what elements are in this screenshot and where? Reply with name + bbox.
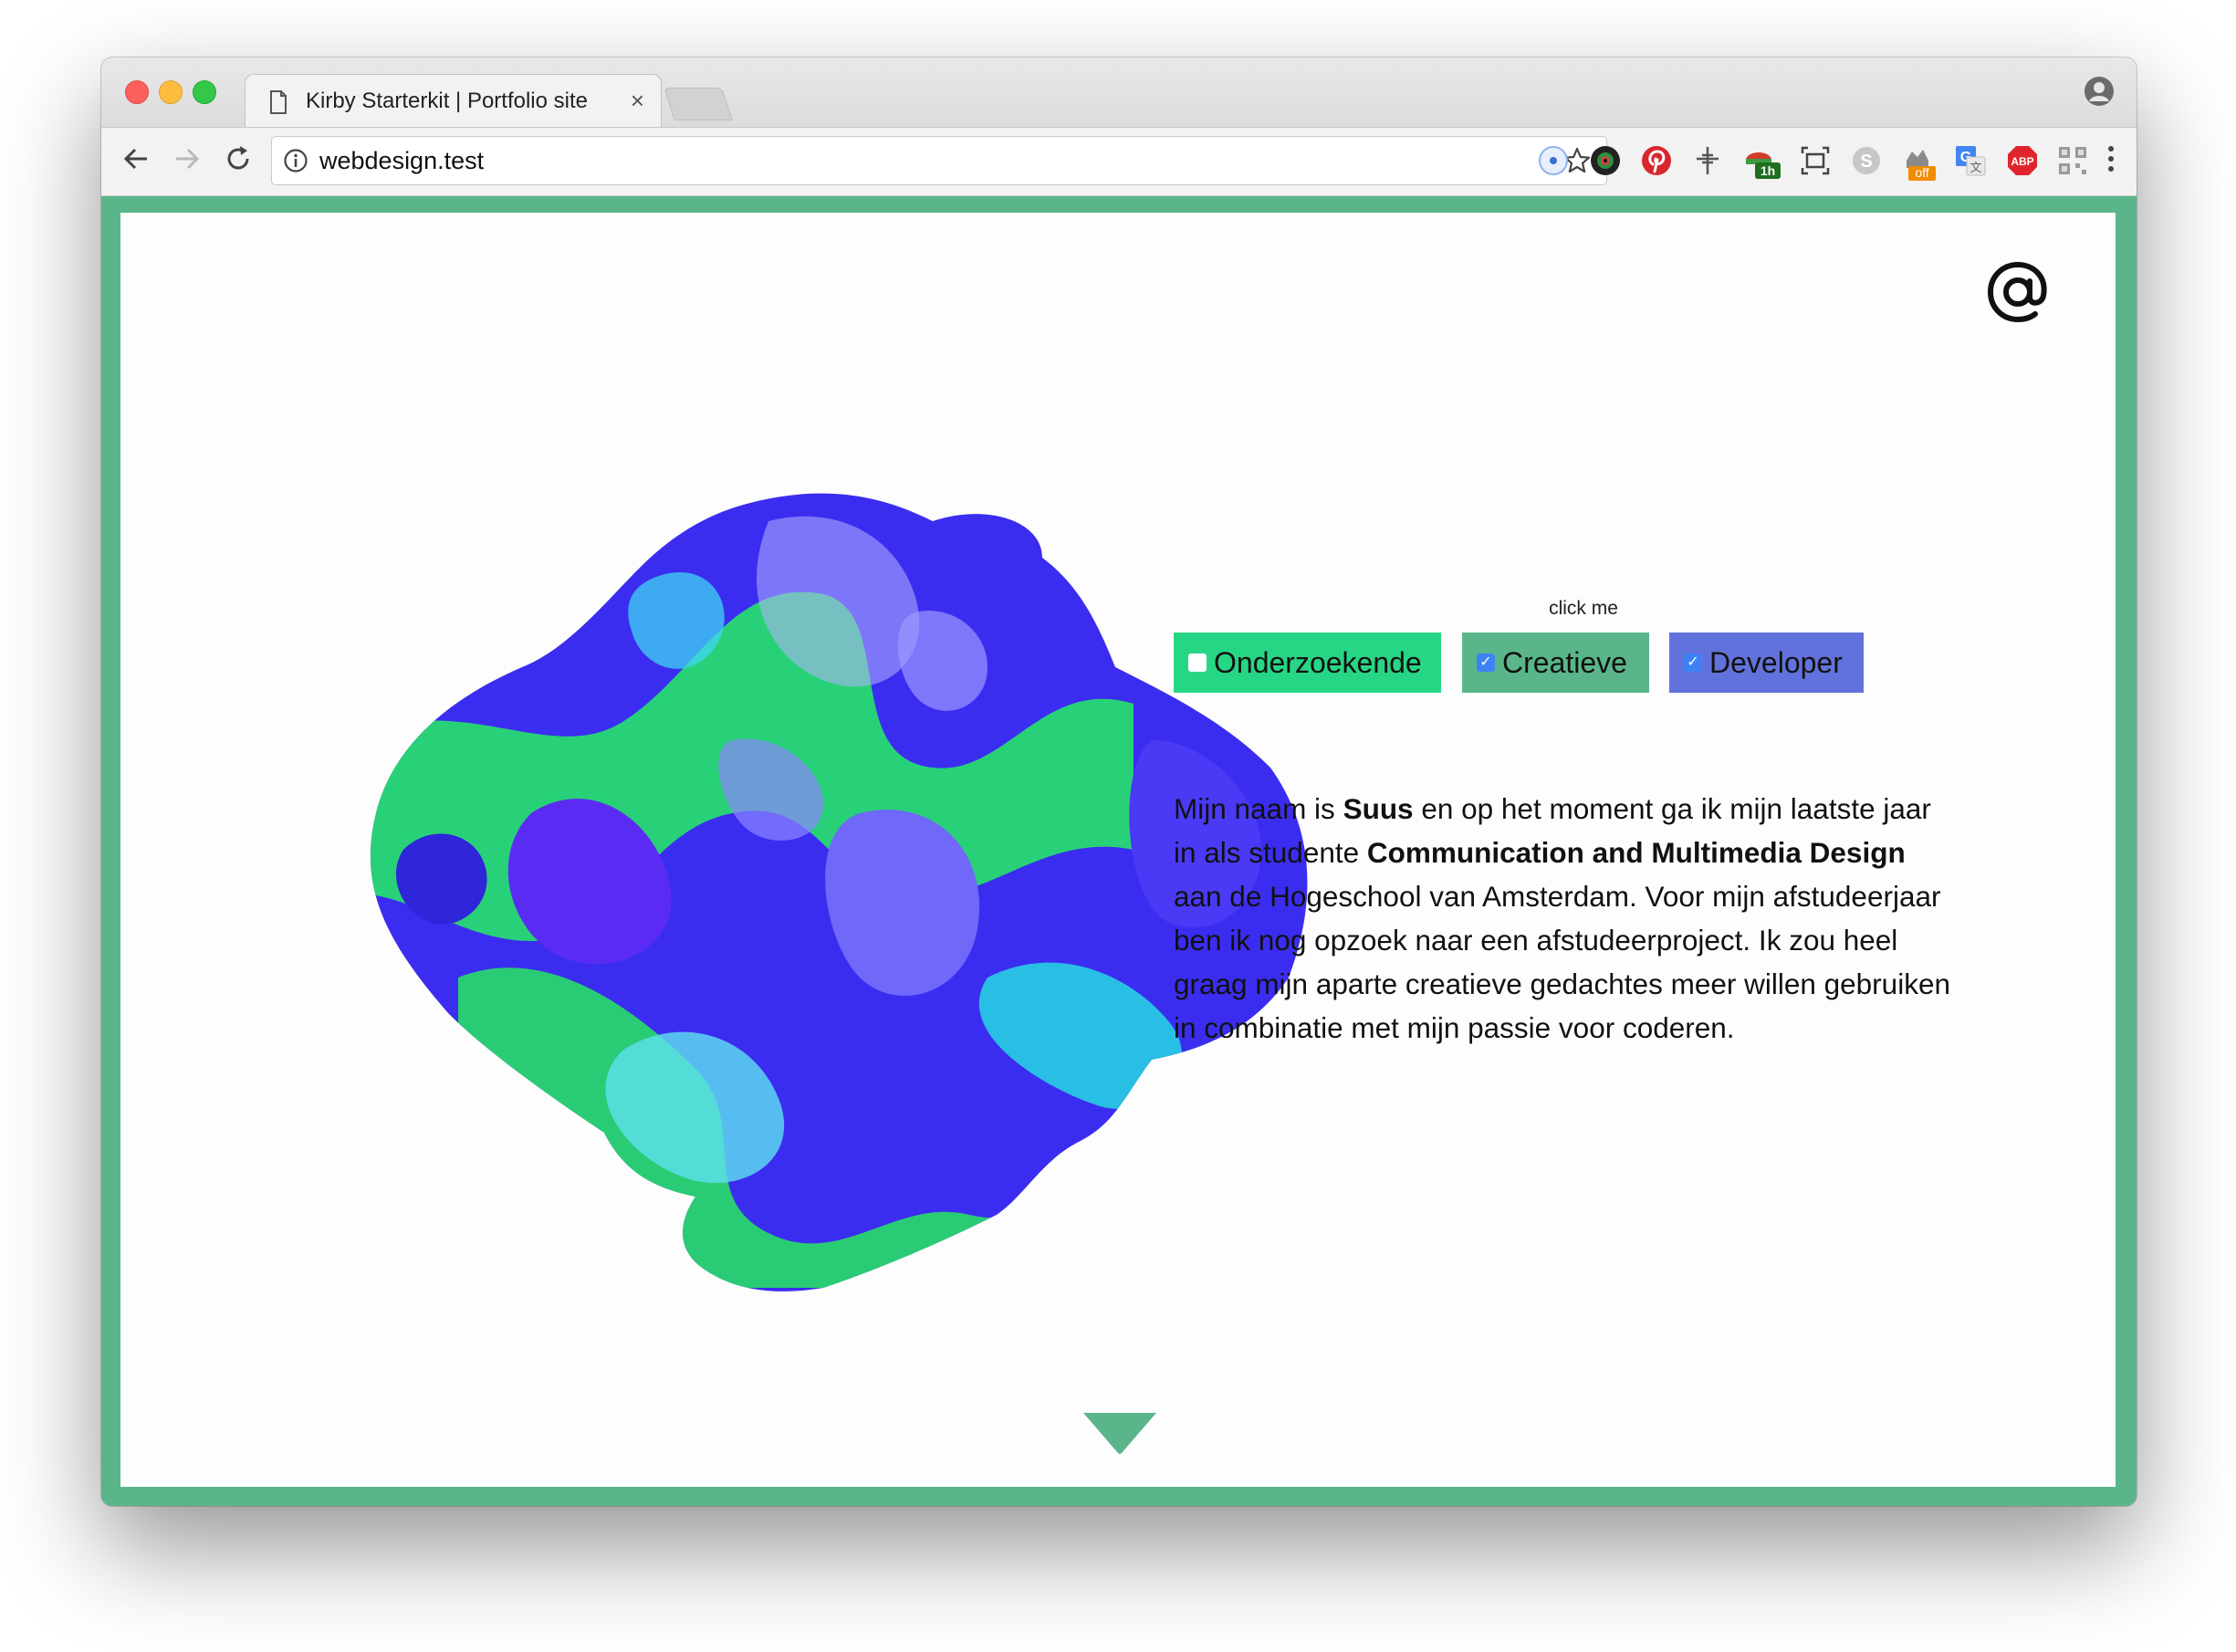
new-tab-button[interactable]	[663, 88, 733, 120]
translate-extension-icon[interactable]: G文	[1954, 144, 1987, 177]
page-viewport: click me Onderzoekende ✓ Creatieve ✓ Dev…	[120, 213, 2116, 1487]
measure-extension-icon[interactable]	[1691, 144, 1724, 177]
role-checkbox[interactable]: ✓	[1684, 653, 1702, 672]
role-button-creatieve[interactable]: ✓ Creatieve	[1462, 633, 1649, 693]
svg-text:off: off	[1915, 165, 1928, 180]
info-icon[interactable]	[283, 148, 308, 178]
profile-icon[interactable]	[2084, 76, 2115, 111]
camera-extension-icon[interactable]	[1589, 144, 1622, 177]
browser-tab[interactable]: Kirby Starterkit | Portfolio site ×	[245, 74, 662, 128]
maximize-window-button[interactable]	[193, 80, 216, 104]
svg-text:S: S	[1860, 152, 1872, 172]
role-label: Developer	[1709, 645, 1843, 679]
bio-paragraph: Mijn naam is Suus en op het moment ga ik…	[1174, 787, 1959, 1050]
adblock-extension-icon[interactable]: ABP	[2006, 144, 2039, 177]
contact-at-icon[interactable]	[1985, 259, 2051, 329]
page-icon	[269, 90, 287, 119]
minimize-window-button[interactable]	[159, 80, 183, 104]
browser-window: Kirby Starterkit | Portfolio site × webd…	[101, 58, 2137, 1506]
bio-text: aan de Hogeschool van Amsterdam. Voor mi…	[1174, 879, 1950, 1044]
scroll-down-icon[interactable]	[1081, 1411, 1158, 1459]
bio-study: Communication and Multimedia Design	[1366, 835, 1906, 869]
back-icon[interactable]	[120, 142, 152, 180]
svg-text:ABP: ABP	[2011, 155, 2033, 168]
forward-icon[interactable]	[171, 142, 204, 180]
role-checkbox[interactable]: ✓	[1477, 653, 1495, 672]
bio-text: Mijn naam is	[1174, 791, 1343, 825]
svg-text:文: 文	[1970, 161, 1981, 174]
color-picker-extension-icon[interactable]	[1537, 144, 1570, 177]
reload-icon[interactable]	[222, 142, 255, 180]
qr-extension-icon[interactable]	[2056, 144, 2089, 177]
role-label: Creatieve	[1502, 645, 1627, 679]
tab-title: Kirby Starterkit | Portfolio site	[306, 89, 588, 113]
browser-toolbar: webdesign.test 1h S off G 文 ABP	[101, 127, 2137, 196]
timer-extension-icon[interactable]: 1h	[1742, 144, 1781, 179]
browser-menu-icon[interactable]	[2105, 142, 2116, 180]
click-hint: click me	[1549, 598, 1618, 619]
tab-strip: Kirby Starterkit | Portfolio site ×	[101, 58, 2137, 128]
svg-text:1h: 1h	[1761, 163, 1775, 178]
bio-name: Suus	[1343, 791, 1414, 825]
screenshot-extension-icon[interactable]	[1799, 144, 1832, 177]
close-window-button[interactable]	[125, 80, 149, 104]
role-button-developer[interactable]: ✓ Developer	[1669, 633, 1864, 693]
pinterest-extension-icon[interactable]	[1640, 144, 1673, 177]
role-label: Onderzoekende	[1214, 645, 1422, 679]
url-text: webdesign.test	[319, 147, 485, 174]
address-bar[interactable]: webdesign.test	[271, 136, 1607, 185]
close-tab-icon[interactable]: ×	[631, 87, 644, 115]
skype-extension-icon[interactable]: S	[1850, 144, 1883, 177]
role-checkbox[interactable]	[1188, 653, 1207, 672]
sale-extension-icon[interactable]: off	[1901, 144, 1936, 181]
role-button-onderzoekende[interactable]: Onderzoekende	[1174, 633, 1441, 693]
